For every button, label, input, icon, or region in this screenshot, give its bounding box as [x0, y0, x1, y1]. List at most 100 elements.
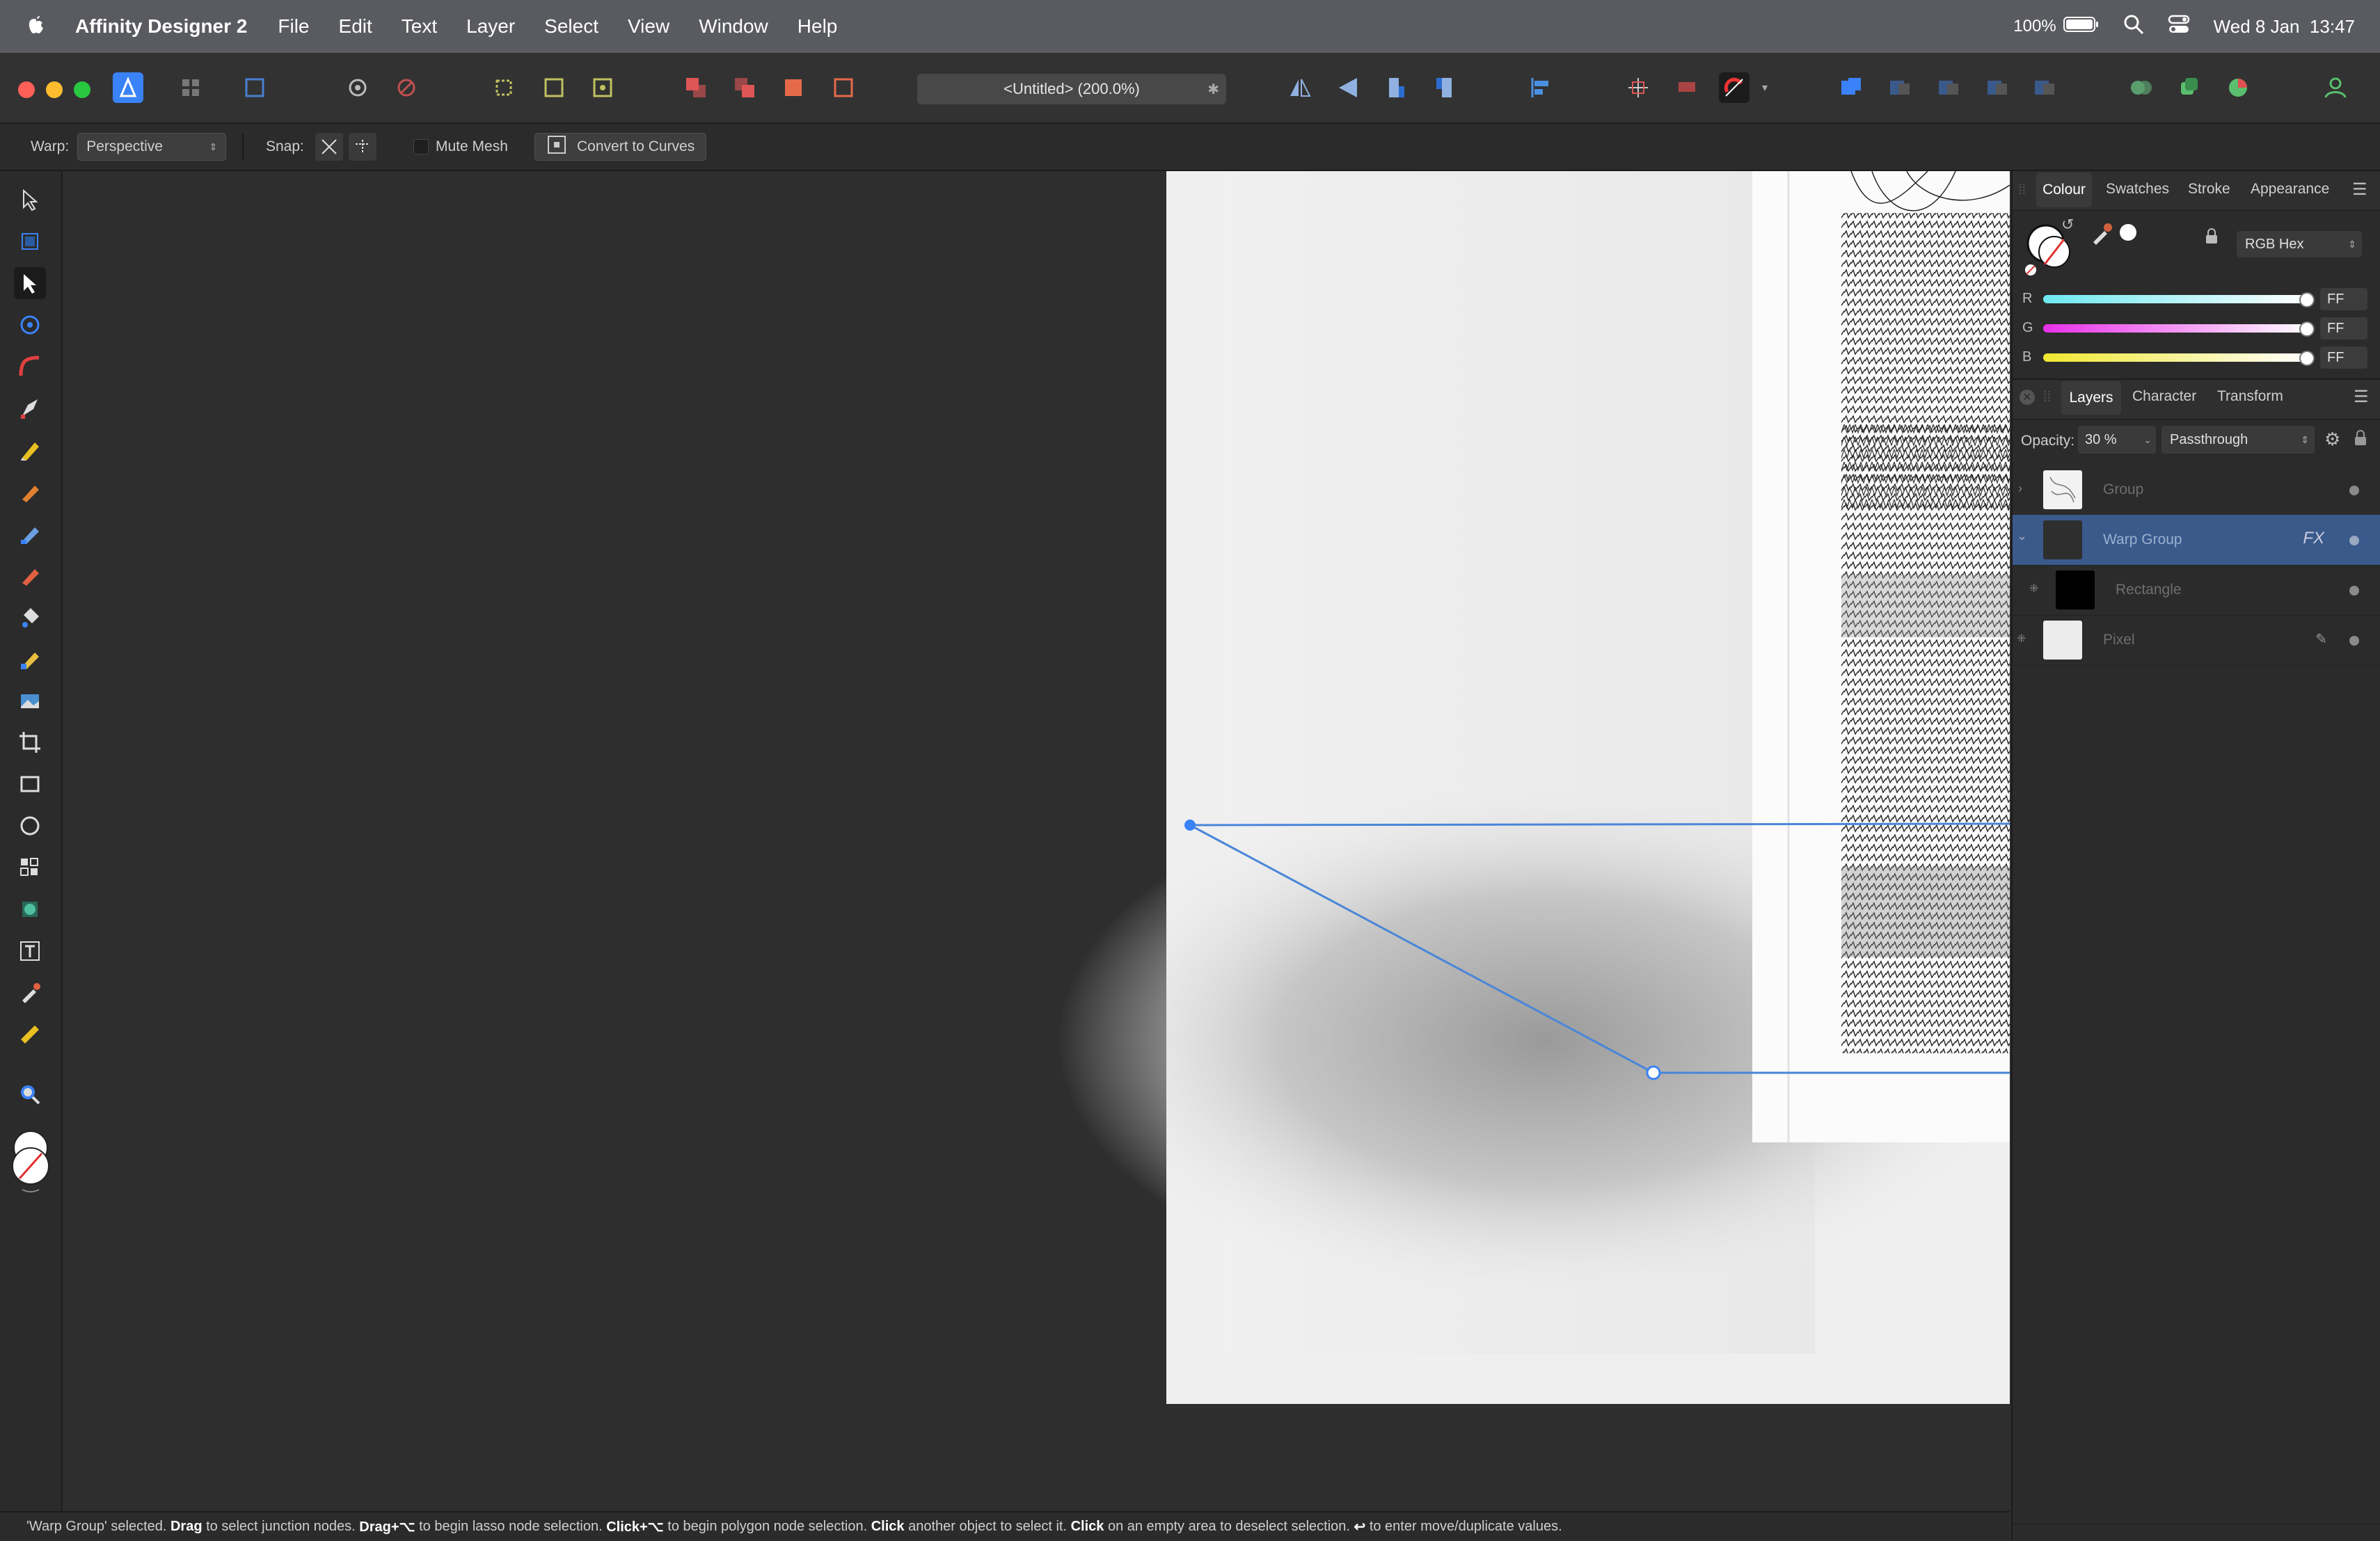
artistic-text-tool-icon[interactable]: [14, 935, 46, 967]
green-slider-knob[interactable]: [2299, 321, 2315, 337]
preferences-icon[interactable]: [342, 72, 373, 103]
isolate-icon[interactable]: [489, 72, 519, 103]
app-name-menu[interactable]: Affinity Designer 2: [75, 15, 247, 38]
menu-window[interactable]: Window: [699, 15, 768, 38]
collapse-chevron-icon[interactable]: ⌄: [2017, 529, 2027, 543]
shape-tools-icon[interactable]: [14, 852, 46, 884]
color-picker-tool-icon[interactable]: [14, 977, 46, 1009]
green-slider[interactable]: [2043, 324, 2310, 333]
opacity-dropdown-icon[interactable]: ⌄: [2143, 434, 2152, 446]
document-title-tab[interactable]: <Untitled> (200.0%) ✱: [917, 74, 1226, 104]
convert-to-curves-button[interactable]: Convert to Curves: [534, 124, 707, 170]
rotate-left-icon[interactable]: [1381, 72, 1411, 103]
boolean-divide-icon[interactable]: [2029, 72, 2060, 103]
expand-chevron-icon[interactable]: ›: [2018, 481, 2022, 496]
layer-row-rectangle[interactable]: ⁜ Rectangle: [2013, 565, 2380, 616]
measure-tool-icon[interactable]: [14, 1019, 46, 1051]
guides-icon[interactable]: [1623, 72, 1653, 103]
menu-edit[interactable]: Edit: [339, 15, 372, 38]
arrange-forward-icon[interactable]: [778, 72, 809, 103]
red-hex-field[interactable]: FF: [2320, 288, 2367, 310]
warp-mode-select[interactable]: Perspective ⇕: [77, 133, 227, 161]
green-hex-field[interactable]: FF: [2320, 317, 2367, 340]
arrange-back-icon[interactable]: [681, 72, 711, 103]
colour-model-select[interactable]: RGB Hex ⇕: [2237, 231, 2362, 257]
visibility-dot-icon[interactable]: [2349, 586, 2359, 596]
assets-icon[interactable]: [2174, 72, 2205, 103]
snap-nodes-icon[interactable]: [315, 133, 343, 161]
crop-tool-icon[interactable]: [14, 726, 46, 758]
mute-mesh-checkbox[interactable]: [413, 139, 429, 154]
red-slider[interactable]: [2043, 295, 2310, 303]
eyedropper-icon[interactable]: [2091, 221, 2114, 248]
export-persona-icon[interactable]: [239, 72, 270, 103]
transform-origin-icon[interactable]: [587, 72, 618, 103]
tab-transform[interactable]: Transform: [2217, 388, 2283, 405]
styles-icon[interactable]: [2223, 72, 2253, 103]
boolean-add-icon[interactable]: [1836, 72, 1866, 103]
grid-icon[interactable]: [1672, 72, 1702, 103]
boolean-intersect-icon[interactable]: [1933, 72, 1964, 103]
menu-select[interactable]: Select: [544, 15, 598, 38]
search-icon[interactable]: [2123, 14, 2144, 40]
close-window-button[interactable]: [18, 81, 35, 98]
layer-row-warp-group[interactable]: ⌄ Warp Group FX: [2013, 515, 2380, 566]
opacity-field[interactable]: 30 % ⌄: [2078, 426, 2156, 454]
close-panel-icon[interactable]: ✕: [2020, 390, 2035, 405]
artboard-tool-icon[interactable]: [14, 225, 46, 257]
snapping-dropdown-chevron-icon[interactable]: ▾: [1762, 81, 1768, 95]
pencil-tool-icon[interactable]: [14, 434, 46, 466]
layers-panel-menu-icon[interactable]: ☰: [2354, 387, 2369, 407]
apple-icon[interactable]: [26, 13, 54, 40]
ellipse-tool-icon[interactable]: [14, 810, 46, 842]
layer-settings-gear-icon[interactable]: ⚙: [2324, 429, 2340, 450]
node-tool-icon[interactable]: [14, 267, 46, 299]
designer-persona-icon[interactable]: [113, 72, 143, 103]
tab-colour[interactable]: Colour: [2036, 173, 2092, 207]
layer-row-group[interactable]: › Group: [2013, 465, 2380, 516]
tab-layers[interactable]: Layers: [2061, 381, 2121, 415]
transparency-tool-icon[interactable]: [14, 893, 46, 925]
current-colour-swatch[interactable]: [2120, 224, 2136, 241]
lock-icon[interactable]: [2205, 228, 2219, 248]
blue-hex-field[interactable]: FF: [2320, 346, 2367, 369]
boolean-subtract-icon[interactable]: [1885, 72, 1915, 103]
vector-brush-tool-icon[interactable]: [14, 476, 46, 508]
control-center-icon[interactable]: [2168, 14, 2190, 40]
tab-appearance[interactable]: Appearance: [2251, 181, 2329, 198]
corner-tool-icon[interactable]: [14, 351, 46, 383]
pixel-brush-tool-icon[interactable]: [14, 559, 46, 591]
tab-swatches[interactable]: Swatches: [2106, 181, 2169, 198]
blue-slider-knob[interactable]: [2299, 351, 2315, 366]
arrange-front-icon[interactable]: [828, 72, 859, 103]
tab-character[interactable]: Character: [2132, 388, 2196, 405]
tab-stroke[interactable]: Stroke: [2188, 181, 2230, 198]
clock[interactable]: Wed 8 Jan 13:47: [2214, 16, 2355, 38]
select-all-icon[interactable]: [539, 72, 569, 103]
visibility-dot-icon[interactable]: [2349, 486, 2359, 495]
mute-mesh-toggle[interactable]: Mute Mesh: [413, 124, 508, 170]
boolean-xor-icon[interactable]: [1982, 72, 2013, 103]
menu-layer[interactable]: Layer: [466, 15, 515, 38]
canvas-artwork[interactable]: [63, 171, 2010, 1511]
fill-tool-icon[interactable]: [14, 601, 46, 633]
blend-mode-select[interactable]: Passthrough ⇕: [2161, 426, 2315, 454]
colour-panel-menu-icon[interactable]: ☰: [2352, 179, 2367, 200]
fill-stroke-swatch[interactable]: [10, 1130, 51, 1197]
point-transform-tool-icon[interactable]: [14, 309, 46, 341]
rotate-right-icon[interactable]: [1429, 72, 1460, 103]
snapping-toggle-icon[interactable]: [1719, 72, 1750, 103]
rectangle-tool-icon[interactable]: [14, 768, 46, 800]
blue-slider[interactable]: [2043, 353, 2310, 362]
snap-guides-icon[interactable]: [348, 133, 376, 161]
minimize-window-button[interactable]: [46, 81, 63, 98]
align-icon[interactable]: [1525, 72, 1556, 103]
studio-link-icon[interactable]: [2125, 72, 2156, 103]
fx-icon[interactable]: FX: [2303, 529, 2324, 548]
menu-text[interactable]: Text: [402, 15, 437, 38]
panel-grip-icon[interactable]: ⁞⁞: [2043, 390, 2051, 406]
zoom-tool-icon[interactable]: [14, 1078, 46, 1110]
menu-file[interactable]: File: [278, 15, 309, 38]
menu-view[interactable]: View: [628, 15, 669, 38]
menu-help[interactable]: Help: [798, 15, 838, 38]
